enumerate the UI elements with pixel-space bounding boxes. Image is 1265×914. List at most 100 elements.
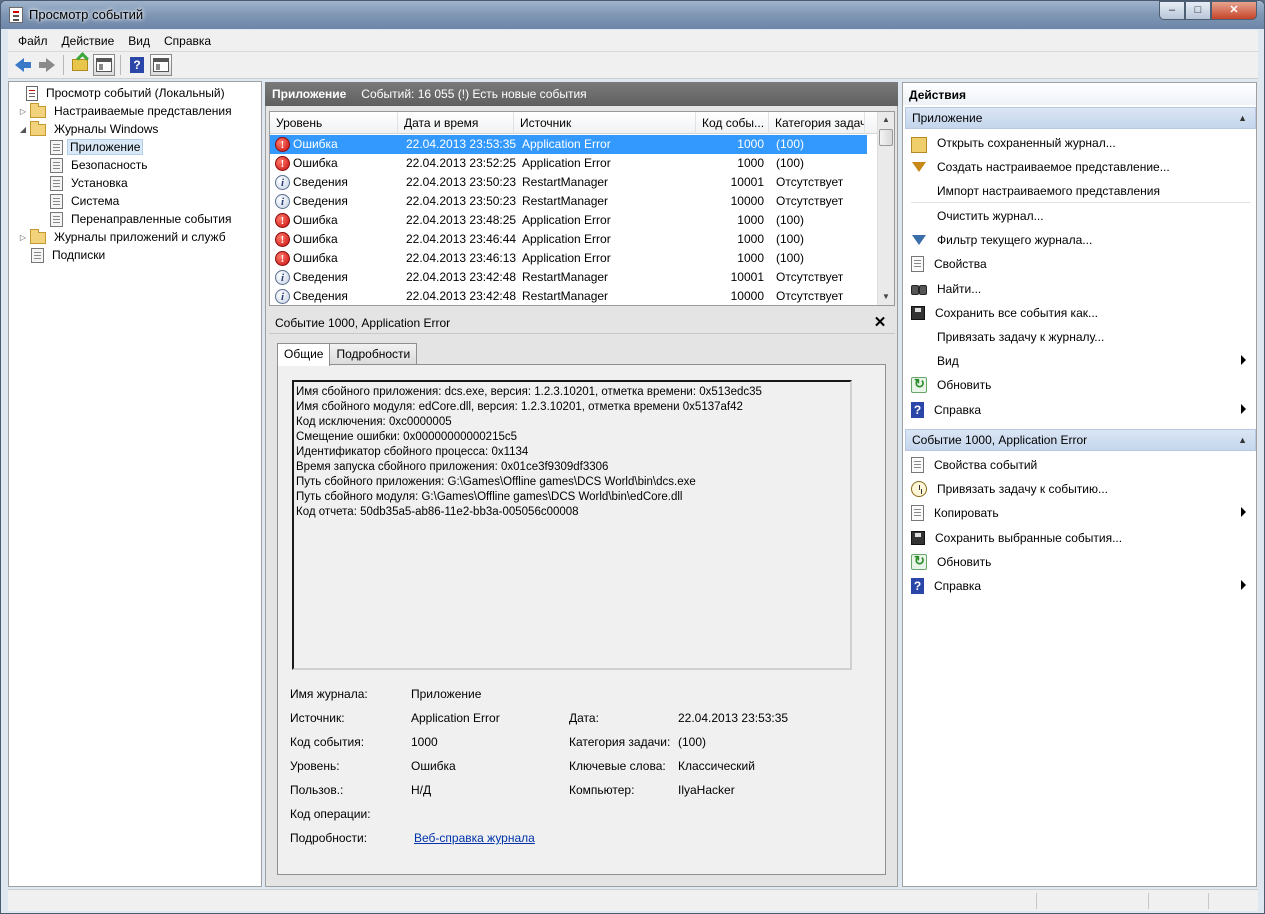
tree-item-system[interactable]: Система	[49, 192, 123, 210]
tree-item-label: Безопасность	[71, 158, 148, 172]
maximize-button[interactable]: □	[1185, 1, 1211, 20]
table-row[interactable]: ! Ошибка 22.04.2013 23:52:25 Application Er…	[270, 154, 878, 173]
cell-level: Сведения	[293, 289, 348, 303]
column-header-date[interactable]: Дата и время	[398, 112, 514, 134]
column-header-task-category[interactable]: Категория задачи	[769, 112, 865, 134]
submenu-arrow-icon	[1241, 580, 1246, 590]
close-detail-icon[interactable]: ✕	[873, 314, 887, 332]
table-row[interactable]: ! Ошибка 22.04.2013 23:53:35 Application Er…	[270, 135, 867, 154]
toolbar: ?	[8, 52, 1258, 79]
tree-item-app-service-logs[interactable]: ▷ Журналы приложений и служб	[18, 228, 230, 246]
action-item[interactable]: Привязать задачу к событию...	[905, 478, 1256, 500]
expand-arrow-icon[interactable]: ▷	[18, 107, 28, 116]
event-log-online-help-link[interactable]: Веб-справка журнала	[414, 831, 535, 845]
collapse-arrow-icon[interactable]: ◢	[18, 125, 28, 134]
action-item[interactable]: Очистить журнал...	[905, 205, 1256, 227]
action-item[interactable]: Импорт настраиваемого представления	[905, 180, 1256, 202]
action-item[interactable]: Обновить	[905, 374, 1256, 396]
action-item[interactable]: Вид	[905, 350, 1256, 372]
tree-item-forwarded-events[interactable]: Перенаправленные события	[49, 210, 235, 228]
tab-general[interactable]: Общие	[277, 343, 331, 366]
show-hide-actions-button[interactable]	[150, 54, 172, 76]
action-label: Вид	[937, 354, 959, 369]
tab-details[interactable]: Подробности	[329, 343, 418, 365]
cell-category: Отсутствует	[776, 289, 844, 303]
minimize-button[interactable]: –	[1159, 1, 1185, 20]
tree-item-windows-logs[interactable]: ◢ Журналы Windows	[18, 120, 162, 138]
title-bar[interactable]: Просмотр событий – □ ✕	[1, 1, 1264, 29]
column-header-source[interactable]: Источник	[514, 112, 696, 134]
menu-help[interactable]: Справка	[157, 31, 218, 51]
log-title: Приложение	[272, 87, 347, 101]
event-viewer-icon	[26, 85, 38, 101]
cell-level: Ошибка	[293, 156, 338, 170]
table-row[interactable]: ! Ошибка 22.04.2013 23:48:25 Application Er…	[270, 211, 878, 230]
table-row[interactable]: i Сведения 22.04.2013 23:42:48 RestartManag…	[270, 268, 878, 287]
menu-file[interactable]: Файл	[11, 31, 55, 51]
action-item[interactable]: Сохранить все события как...	[905, 302, 1256, 324]
event-description[interactable]: Имя сбойного приложения: dcs.exe, версия…	[292, 380, 852, 670]
action-item[interactable]: Копировать	[905, 502, 1256, 524]
collapse-icon[interactable]: ▲	[1238, 108, 1247, 128]
action-item[interactable]: Фильтр текущего журнала...	[905, 229, 1256, 251]
table-row[interactable]: i Сведения 22.04.2013 23:50:23 RestartManag…	[270, 173, 878, 192]
action-item[interactable]: Найти...	[905, 278, 1256, 300]
cell-source: Application Error	[522, 251, 611, 265]
cell-date: 22.04.2013 23:46:13	[406, 251, 516, 265]
actions-section-log[interactable]: Приложение ▲	[905, 107, 1256, 129]
save-icon	[911, 305, 925, 320]
action-item[interactable]: ? Справка	[905, 575, 1256, 597]
scroll-down-icon[interactable]: ▼	[878, 289, 894, 305]
column-header-event-id[interactable]: Код собы...	[696, 112, 769, 134]
column-header-level[interactable]: Уровень	[270, 112, 398, 134]
menu-action[interactable]: Действие	[55, 31, 122, 51]
action-item[interactable]: Свойства	[905, 253, 1256, 275]
expand-arrow-icon[interactable]: ▷	[18, 233, 28, 242]
scroll-up-icon[interactable]: ▲	[878, 112, 894, 128]
tree-item-subscriptions[interactable]: Подписки	[30, 246, 109, 264]
cell-level: Сведения	[293, 270, 348, 284]
tree-item-application[interactable]: Приложение	[49, 138, 144, 156]
save-icon	[911, 530, 925, 545]
date-label: Дата:	[569, 711, 599, 725]
up-folder-button[interactable]	[69, 54, 91, 76]
table-row[interactable]: ! Ошибка 22.04.2013 23:46:13 Application Er…	[270, 249, 878, 268]
forward-button[interactable]	[36, 54, 58, 76]
close-button[interactable]: ✕	[1211, 1, 1257, 20]
cell-code: 1000	[737, 213, 764, 227]
folder-icon	[30, 229, 46, 244]
tree-item-custom-views[interactable]: ▷ Настраиваемые представления	[18, 102, 236, 120]
log-icon	[50, 157, 63, 173]
action-label: Свойства	[934, 257, 987, 272]
submenu-arrow-icon	[1241, 355, 1246, 366]
action-label: Справка	[934, 579, 982, 593]
action-item[interactable]: Привязать задачу к журналу...	[905, 326, 1256, 348]
blank-icon	[911, 208, 927, 224]
events-scrollbar[interactable]: ▲ ▼	[877, 112, 894, 305]
section-label: Событие 1000, Application Error	[912, 433, 1088, 447]
table-row[interactable]: i Сведения 22.04.2013 23:50:23 RestartManag…	[270, 192, 878, 211]
collapse-icon[interactable]: ▲	[1238, 430, 1247, 450]
action-item[interactable]: Обновить	[905, 551, 1256, 573]
back-button[interactable]	[12, 54, 34, 76]
tree-item-setup[interactable]: Установка	[49, 174, 132, 192]
action-item[interactable]: Сохранить выбранные события...	[905, 527, 1256, 549]
action-label: Найти...	[937, 281, 982, 296]
show-hide-tree-button[interactable]	[93, 54, 115, 76]
description-line: Путь сбойного приложения: G:\Games\Offli…	[296, 476, 696, 488]
info-icon: i	[275, 289, 290, 304]
action-item[interactable]: Создать настраиваемое представление...	[905, 156, 1256, 178]
tree-item-root[interactable]: Просмотр событий (Локальный)	[12, 84, 229, 102]
action-item[interactable]: ? Справка	[905, 399, 1256, 421]
actions-section-event[interactable]: Событие 1000, Application Error ▲	[905, 429, 1256, 451]
user-label: Пользов.:	[290, 783, 344, 797]
action-item[interactable]: Открыть сохраненный журнал...	[905, 132, 1256, 154]
menu-view[interactable]: Вид	[121, 31, 157, 51]
tree-item-security[interactable]: Безопасность	[49, 156, 152, 174]
action-item[interactable]: Свойства событий	[905, 454, 1256, 476]
cell-date: 22.04.2013 23:42:48	[406, 289, 516, 303]
table-row[interactable]: i Сведения 22.04.2013 23:42:48 RestartManag…	[270, 287, 878, 305]
scroll-thumb[interactable]	[879, 129, 893, 146]
table-row[interactable]: ! Ошибка 22.04.2013 23:46:44 Application Er…	[270, 230, 878, 249]
help-button[interactable]: ?	[126, 54, 148, 76]
